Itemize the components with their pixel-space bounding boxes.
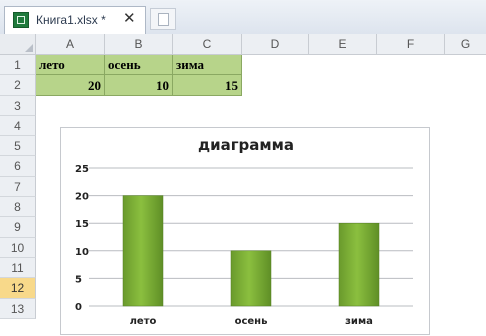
cell-a1[interactable]: лето bbox=[36, 55, 105, 75]
x-tick-label-осень: осень bbox=[235, 316, 268, 327]
workbook-tab-title: Книга1.xlsx * bbox=[36, 13, 106, 27]
row-header-6[interactable]: 6 bbox=[0, 156, 36, 177]
row-header-1[interactable]: 1 bbox=[0, 55, 36, 75]
select-all-corner[interactable] bbox=[0, 34, 36, 55]
chart-plot: 0 5 10 15 20 25 лето осень зима bbox=[75, 164, 413, 327]
y-tick-label-5: 5 bbox=[75, 274, 82, 285]
new-document-icon bbox=[158, 13, 169, 26]
bar-лето[interactable] bbox=[122, 195, 164, 307]
row-header-3[interactable]: 3 bbox=[0, 96, 36, 116]
workbook-tab[interactable]: Книга1.xlsx * ✕ bbox=[4, 6, 146, 34]
row-header-2[interactable]: 2 bbox=[0, 75, 36, 96]
row-header-5[interactable]: 5 bbox=[0, 136, 36, 156]
y-tick-label-15: 15 bbox=[75, 219, 89, 230]
new-tab-button[interactable] bbox=[150, 8, 176, 30]
x-tick-label-лето: лето bbox=[130, 316, 157, 327]
cell-c2[interactable]: 15 bbox=[173, 75, 242, 96]
close-icon[interactable]: ✕ bbox=[123, 10, 136, 28]
row-header-10[interactable]: 10 bbox=[0, 238, 36, 258]
row-header-13[interactable]: 13 bbox=[0, 299, 36, 319]
y-tick-label-20: 20 bbox=[75, 192, 89, 203]
embedded-chart[interactable]: диаграмма 0 5 10 15 20 25 лето осень зима bbox=[60, 127, 430, 335]
bar-осень[interactable] bbox=[230, 250, 272, 307]
y-tick-label-10: 10 bbox=[75, 247, 89, 258]
column-header-d[interactable]: D bbox=[242, 34, 309, 55]
column-header-b[interactable]: B bbox=[105, 34, 173, 55]
cell-b2[interactable]: 10 bbox=[105, 75, 173, 96]
column-header-f[interactable]: F bbox=[377, 34, 445, 55]
row-header-9[interactable]: 9 bbox=[0, 217, 36, 238]
column-header-g[interactable]: G bbox=[445, 34, 486, 55]
cell-b1[interactable]: осень bbox=[105, 55, 173, 75]
x-tick-label-зима: зима bbox=[345, 316, 373, 327]
spreadsheet-grid[interactable]: A B C D E F G 1 2 3 4 5 6 7 8 9 10 11 12… bbox=[0, 34, 486, 335]
tab-bar: Книга1.xlsx * ✕ bbox=[0, 0, 486, 35]
y-tick-label-25: 25 bbox=[75, 164, 89, 175]
y-tick-label-0: 0 bbox=[75, 302, 82, 313]
row-header-12[interactable]: 12 bbox=[0, 278, 36, 299]
row-header-11[interactable]: 11 bbox=[0, 258, 36, 278]
row-header-4[interactable]: 4 bbox=[0, 116, 36, 136]
excel-file-icon bbox=[13, 12, 29, 28]
row-header-8[interactable]: 8 bbox=[0, 197, 36, 217]
column-header-a[interactable]: A bbox=[36, 34, 105, 55]
row-header-7[interactable]: 7 bbox=[0, 177, 36, 197]
bar-зима[interactable] bbox=[338, 222, 380, 307]
column-header-e[interactable]: E bbox=[309, 34, 377, 55]
cell-a2[interactable]: 20 bbox=[36, 75, 105, 96]
column-header-c[interactable]: C bbox=[173, 34, 242, 55]
cell-c1[interactable]: зима bbox=[173, 55, 242, 75]
